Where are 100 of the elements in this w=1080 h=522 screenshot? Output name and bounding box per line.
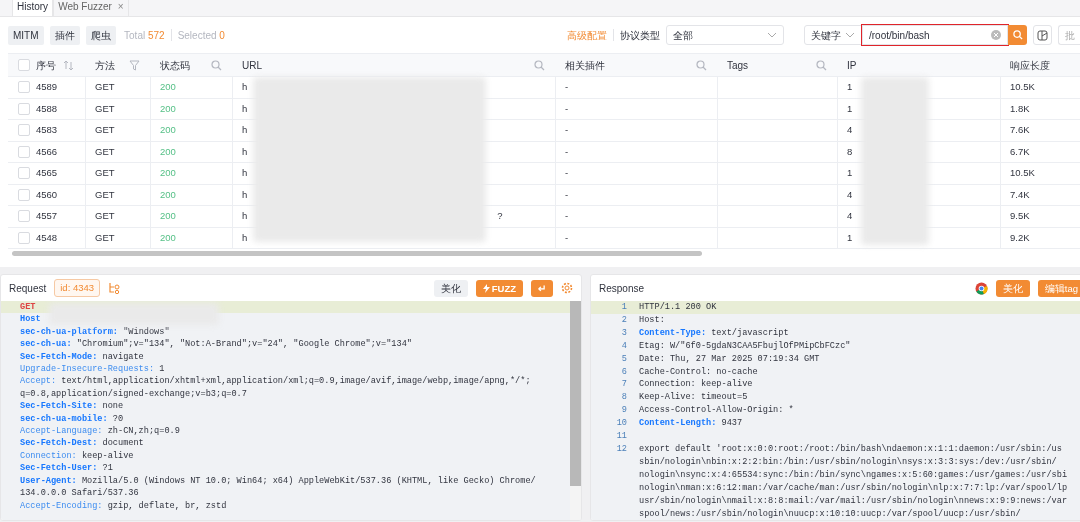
table-cell: 4588 xyxy=(36,101,58,116)
code-line: nologin\nman:x:6:12:man:/var/cache/man:/usr/sbin/nologin\nlp:x:7:7:lp:/var/spool/lp xyxy=(639,481,1068,495)
code-line: spool/news:/usr/sbin/nologin\nuucp:x:10:10:uucp:/var/spool/uucp:/usr/sbin/ xyxy=(639,507,1021,520)
table-cell: 6.7K xyxy=(1010,144,1030,159)
header-name: Host xyxy=(20,314,41,325)
browser-icon[interactable] xyxy=(974,281,988,295)
filter-button[interactable]: 爬虫 xyxy=(85,25,116,45)
header-name: Sec-Fetch-Mode: xyxy=(20,351,98,362)
protocol-select[interactable]: 全部 xyxy=(666,25,784,45)
line-number: 1 xyxy=(620,301,627,314)
filter-button[interactable]: 插件 xyxy=(49,25,80,45)
row-checkbox[interactable] xyxy=(18,81,30,94)
clear-icon[interactable] xyxy=(991,30,1001,40)
line-number: 9 xyxy=(620,404,627,418)
header-value: "Chromium";v="134", "Not:A-Brand";v="24", "Google Chrome";v="134" xyxy=(75,339,412,350)
table-cell: 1 xyxy=(847,166,853,181)
scrollbar[interactable] xyxy=(12,251,702,256)
table-cell: 200 xyxy=(160,101,176,116)
table-cell: 1 xyxy=(847,230,853,245)
layout-button[interactable] xyxy=(1033,25,1052,45)
scrollbar[interactable] xyxy=(570,301,581,486)
line-number: 11 xyxy=(615,430,627,443)
column-header[interactable]: 相关插件 xyxy=(565,57,605,73)
search-button[interactable] xyxy=(1008,25,1027,45)
code-line: Etag: xyxy=(639,339,665,353)
search-icon[interactable] xyxy=(534,59,545,71)
code-line: 134.0.0.0 Safari/537.36 xyxy=(20,488,139,499)
column-header[interactable]: Tags xyxy=(727,57,749,73)
table-cell: - xyxy=(565,144,569,159)
header-name: sec-ch-ua-platform: xyxy=(20,326,118,337)
tree-icon[interactable] xyxy=(108,282,122,294)
column-header[interactable]: IP xyxy=(847,57,857,73)
table-cell: 7.4K xyxy=(1010,187,1030,202)
filter-icon[interactable] xyxy=(129,59,140,71)
table-cell: GET xyxy=(95,230,115,245)
header-name: Connection: xyxy=(20,450,77,461)
column-header[interactable]: 响应长度 xyxy=(1010,57,1050,73)
table-cell: h xyxy=(242,144,248,159)
column-header[interactable]: 序号 xyxy=(36,57,56,73)
select-all-checkbox[interactable] xyxy=(18,59,30,71)
close-icon[interactable]: × xyxy=(117,1,124,12)
tab[interactable]: History xyxy=(12,0,54,16)
table-cell: GET xyxy=(95,144,115,159)
table-cell: - xyxy=(565,230,569,245)
code-line: sbin/nologin\nbin:x:2:2:bin:/bin:/usr/sbin/nologin\nsys:x:3:3:sys:/dev:/usr/sbin/ xyxy=(639,455,1057,469)
header-value: no-cache xyxy=(715,365,758,379)
search-field[interactable]: /root/bin/bash xyxy=(862,25,1008,45)
header-value: ?0 xyxy=(111,413,124,424)
table-cell: 10.5K xyxy=(1010,166,1035,181)
header-name: Sec-Fetch-Dest: xyxy=(20,438,98,449)
row-checkbox[interactable] xyxy=(18,210,30,223)
column-header[interactable]: URL xyxy=(242,57,262,73)
line-number: 6 xyxy=(620,365,627,379)
table-cell: - xyxy=(565,166,569,181)
row-checkbox[interactable] xyxy=(18,231,30,244)
header-value: 1 xyxy=(158,364,165,375)
code-line: Content-Length: xyxy=(639,417,717,431)
table-cell: 1 xyxy=(847,80,853,95)
panel-icon xyxy=(1037,29,1048,41)
id-badge: id: 4343 xyxy=(54,278,101,298)
header-name: Accept-Language: xyxy=(20,426,103,437)
tab[interactable]: Web Fuzzer × xyxy=(53,0,129,16)
sort-icon[interactable] xyxy=(63,59,75,71)
column-header[interactable]: 方法 xyxy=(95,57,115,73)
table-cell: 4565 xyxy=(36,166,58,181)
row-checkbox[interactable] xyxy=(18,145,30,158)
table-cell: 200 xyxy=(160,123,176,138)
table-cell: 200 xyxy=(160,230,176,245)
beautify-button[interactable]: 美化 xyxy=(433,279,468,297)
header-value: zh-CN,zh;q=0.9 xyxy=(106,426,180,437)
table-cell: 8 xyxy=(847,144,853,159)
line-number: 5 xyxy=(620,352,627,366)
table-cell: h xyxy=(242,123,248,138)
search-icon[interactable] xyxy=(816,59,827,71)
row-checkbox[interactable] xyxy=(18,124,30,137)
row-checkbox[interactable] xyxy=(18,102,30,115)
table-cell: h xyxy=(242,166,248,181)
code-line: nologin\nsync:x:4:65534:sync:/bin:/bin/sync\ngames:x:5:60:games:/usr/games:/usr/sbi xyxy=(639,468,1068,482)
table-cell: h xyxy=(242,187,248,202)
filter-button[interactable]: MITM xyxy=(8,25,44,45)
table-cell: 4583 xyxy=(36,123,58,138)
column-header[interactable]: 状态码 xyxy=(160,57,190,73)
table-cell: h xyxy=(242,80,248,95)
header-value: * xyxy=(787,404,794,418)
row-checkbox[interactable] xyxy=(18,167,30,180)
table-cell: 9.2K xyxy=(1010,230,1030,245)
table-cell: 10.5K xyxy=(1010,80,1035,95)
settings-icon[interactable] xyxy=(561,282,573,294)
table-cell: 200 xyxy=(160,166,176,181)
search-icon[interactable] xyxy=(696,59,707,71)
header-value: text/html,application/xhtml+xml,application/xml;q=0.9,image/avif,image/webp,image/apng,*/*; xyxy=(60,376,531,387)
search-icon[interactable] xyxy=(211,59,222,71)
search-type-select[interactable]: 关键字 xyxy=(804,25,862,45)
total-count: 572 xyxy=(147,29,165,41)
line-number: 8 xyxy=(620,391,627,405)
total-label: Total xyxy=(124,29,147,41)
line-number: 2 xyxy=(620,313,627,327)
row-checkbox[interactable] xyxy=(18,188,30,201)
header-value: ?1 xyxy=(101,463,113,474)
table-cell: h xyxy=(242,101,248,116)
